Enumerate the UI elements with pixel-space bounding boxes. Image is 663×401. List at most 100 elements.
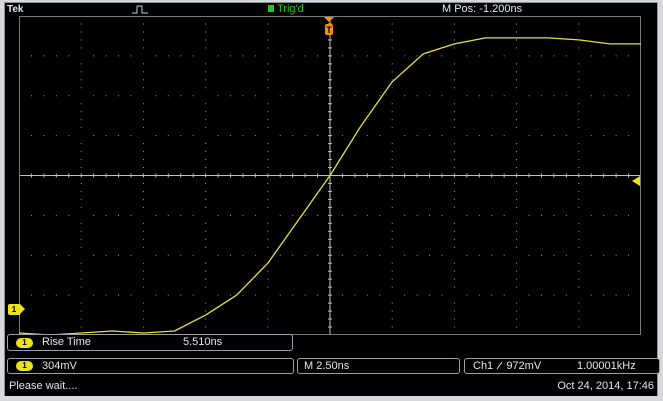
grid-dot	[453, 47, 455, 49]
grid-dot	[453, 167, 455, 169]
grid-dot	[491, 135, 493, 137]
grid-dot	[142, 39, 144, 41]
grid-dot	[354, 55, 356, 57]
grid-dot	[366, 254, 368, 256]
grid-dot	[379, 294, 381, 296]
grid-dot	[391, 39, 393, 41]
grid-dot	[142, 31, 144, 33]
grid-dot	[267, 270, 269, 272]
grid-dot	[105, 294, 107, 296]
grid-dot	[93, 55, 95, 57]
grid-dot	[603, 55, 605, 57]
grid-dot	[578, 278, 580, 280]
grid-dot	[142, 111, 144, 113]
grid-dot	[391, 47, 393, 49]
volts-per-div: 304mV	[42, 360, 77, 372]
grid-dot	[590, 55, 592, 57]
grid-dot	[391, 286, 393, 288]
grid-dot	[130, 55, 132, 57]
grid-dot	[441, 214, 443, 216]
grid-dot	[516, 47, 518, 49]
vertical-scale-readout[interactable]: 1 304mV	[7, 358, 294, 374]
grid-dot	[578, 79, 580, 81]
grid-dot	[453, 238, 455, 240]
grid-dot	[516, 63, 518, 65]
grid-dot	[429, 55, 431, 57]
grid-dot	[267, 119, 269, 121]
grid-dot	[167, 55, 169, 57]
grid-dot	[317, 254, 319, 256]
grid-dot	[142, 63, 144, 65]
grid-dot	[416, 55, 418, 57]
horizontal-scale-readout[interactable]: M 2.50ns	[297, 358, 460, 374]
grid-dot	[528, 254, 530, 256]
grid-dot	[229, 214, 231, 216]
grid-dot	[242, 294, 244, 296]
grid-dot	[317, 55, 319, 57]
grid-dot	[578, 318, 580, 320]
measurement-box[interactable]: 1 Rise Time 5.510ns	[7, 334, 293, 351]
grid-dot	[578, 167, 580, 169]
grid-dot	[304, 55, 306, 57]
grid-dot	[279, 294, 281, 296]
grid-dot	[478, 135, 480, 137]
trigger-level-icon	[632, 176, 640, 186]
grid-dot	[453, 31, 455, 33]
grid-dot	[292, 55, 294, 57]
grid-dot	[466, 214, 468, 216]
grid-dot	[391, 111, 393, 113]
grid-dot	[528, 135, 530, 137]
grid-dot	[453, 63, 455, 65]
grid-dot	[167, 135, 169, 137]
trigger-readout[interactable]: Ch1 972mV 1.00001kHz	[464, 358, 660, 374]
grid-dot	[391, 198, 393, 200]
grid-dot	[379, 254, 381, 256]
grid-dot	[80, 103, 82, 105]
grid-dot	[267, 71, 269, 73]
grid-dot	[628, 214, 630, 216]
grid-dot	[516, 302, 518, 304]
grid-dot	[205, 39, 207, 41]
grid-dot	[205, 318, 207, 320]
grid-dot	[80, 278, 82, 280]
grid-dot	[578, 143, 580, 145]
grid-dot	[553, 214, 555, 216]
grid-dot	[565, 254, 567, 256]
grid-dot	[391, 31, 393, 33]
grid-dot	[466, 135, 468, 137]
grid-dot	[118, 214, 120, 216]
grid-dot	[516, 326, 518, 328]
grid-dot	[205, 87, 207, 89]
grid-dot	[267, 326, 269, 328]
grid-dot	[466, 95, 468, 97]
grid-dot	[628, 294, 630, 296]
grid-dot	[578, 222, 580, 224]
grid-dot	[404, 294, 406, 296]
grid-dot	[453, 270, 455, 272]
grid-dot	[453, 119, 455, 121]
grid-dot	[466, 55, 468, 57]
grid-dot	[142, 143, 144, 145]
grid-dot	[180, 254, 182, 256]
grid-dot	[391, 63, 393, 65]
grid-dot	[391, 278, 393, 280]
grid-dot	[578, 63, 580, 65]
grid-dot	[205, 262, 207, 264]
grid-dot	[478, 95, 480, 97]
grid-dot	[242, 95, 244, 97]
grid-dot	[553, 55, 555, 57]
status-message: Please wait....	[9, 380, 78, 392]
grid-dot	[441, 135, 443, 137]
grid-dot	[379, 55, 381, 57]
grid-dot	[80, 238, 82, 240]
grid-dot	[267, 182, 269, 184]
grid-dot	[516, 103, 518, 105]
grid-dot	[453, 262, 455, 264]
grid-dot	[267, 127, 269, 129]
grid-dot	[254, 214, 256, 216]
grid-dot	[167, 95, 169, 97]
grid-dot	[205, 238, 207, 240]
grid-dot	[628, 95, 630, 97]
grid-dot	[80, 79, 82, 81]
grid-dot	[578, 198, 580, 200]
